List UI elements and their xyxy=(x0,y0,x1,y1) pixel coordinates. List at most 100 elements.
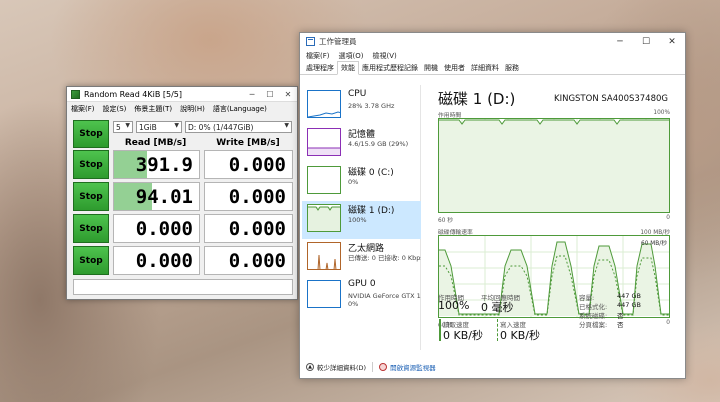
count-select[interactable]: 5 ▼ xyxy=(113,121,133,133)
disk1-label: 磁碟 1 (D:) xyxy=(348,206,395,216)
ethernet-usage: 已傳送: 0 已接收: 0 Kbps xyxy=(348,254,421,262)
ethernet-label: 乙太網路 xyxy=(348,244,385,254)
cdm-titlebar: Random Read 4KiB [5/5] ─ ☐ ✕ xyxy=(67,87,297,102)
menu-view[interactable]: 檢視(V) xyxy=(372,51,396,61)
disk0-thumbnail xyxy=(307,166,341,194)
detail-model: KINGSTON SA400S37480G xyxy=(554,94,668,104)
write-value: 0.000 xyxy=(228,217,286,240)
cpu-usage: 28% 3.78 GHz xyxy=(348,102,395,110)
cpu-mini-graph xyxy=(308,111,340,117)
fewer-details-link[interactable]: 較少詳細資料(D) xyxy=(317,362,366,372)
tab-app-history[interactable]: 應用程式歷程記錄 xyxy=(359,62,421,74)
cdm-menubar: 檔案(F) 設定(S) 佈景主題(T) 說明(H) 語言(Language) xyxy=(67,102,297,115)
close-icon[interactable]: ✕ xyxy=(279,90,297,99)
read-value: 94.01 xyxy=(135,185,193,208)
drive-select[interactable]: D: 0% (1/447GiB) ▼ xyxy=(185,121,292,133)
active-time-graph-right: 0 xyxy=(666,215,670,221)
task-manager-window: 工作管理員 ─ ☐ ✕ 檔案(F) 選項(O) 檢視(V) 處理程序 效能 應用… xyxy=(299,32,686,379)
memory-mini-graph xyxy=(308,147,340,155)
resource-monitor-icon xyxy=(379,363,388,371)
cpu-thumbnail xyxy=(307,90,341,118)
read-value: 391.9 xyxy=(135,153,193,176)
page-file-label: 分頁檔案: xyxy=(579,321,608,329)
transfer-graph-marker: 60 MB/秒 xyxy=(641,241,667,247)
active-time-graph-max: 100% xyxy=(653,110,670,116)
minimize-icon[interactable]: ─ xyxy=(243,90,261,99)
minimize-icon[interactable]: ─ xyxy=(607,37,633,47)
menu-help[interactable]: 說明(H) xyxy=(180,104,205,114)
size-select[interactable]: 1GiB ▼ xyxy=(136,121,182,133)
ethernet-mini-graph xyxy=(317,254,337,269)
cdm-app-icon xyxy=(71,89,80,99)
write-column-header: Write [MB/s] xyxy=(216,138,280,148)
tab-users[interactable]: 使用者 xyxy=(441,62,468,74)
sidebar-item-gpu[interactable]: GPU 0 NVIDIA GeForce GTX 1 0% xyxy=(302,277,421,315)
gpu-thumbnail xyxy=(307,280,341,308)
cdm-status-bar xyxy=(73,279,293,295)
stop-all-button[interactable]: Stop xyxy=(73,120,109,148)
footer-divider xyxy=(372,362,374,372)
task-manager-icon xyxy=(306,37,315,46)
stop-button-row-4[interactable]: Stop xyxy=(73,246,109,275)
write-value: 0.000 xyxy=(228,153,286,176)
close-icon[interactable]: ✕ xyxy=(659,37,685,47)
read-result-row-1: 391.9 xyxy=(113,150,200,179)
maximize-icon[interactable]: ☐ xyxy=(261,90,279,99)
menu-options[interactable]: 選項(O) xyxy=(339,51,364,61)
menu-file[interactable]: 檔案(F) xyxy=(71,104,95,114)
read-result-row-3: 0.000 xyxy=(113,214,200,243)
tab-processes[interactable]: 處理程序 xyxy=(303,62,337,74)
read-speed-value: 0 KB/秒 xyxy=(443,329,483,342)
gpu-label: GPU 0 xyxy=(348,279,376,289)
open-resource-monitor-link[interactable]: 開啟資源監視器 xyxy=(390,362,436,372)
chevron-up-icon[interactable]: ▲ xyxy=(306,363,314,371)
write-value: 0.000 xyxy=(228,249,286,272)
chevron-down-icon: ▼ xyxy=(125,122,130,129)
menu-theme[interactable]: 佈景主題(T) xyxy=(134,104,172,114)
crystaldiskmark-window: Random Read 4KiB [5/5] ─ ☐ ✕ 檔案(F) 設定(S)… xyxy=(66,86,298,300)
disk1-mini-graph xyxy=(308,206,340,231)
disk0-label: 磁碟 0 (C:) xyxy=(348,168,394,178)
stop-button-row-2[interactable]: Stop xyxy=(73,182,109,211)
tab-performance[interactable]: 效能 xyxy=(337,61,359,75)
active-time-plot xyxy=(439,119,669,212)
tm-tabbar: 處理程序 效能 應用程式歷程記錄 開機 使用者 詳細資料 服務 xyxy=(300,61,685,75)
chevron-down-icon: ▼ xyxy=(284,122,289,129)
read-value: 0.000 xyxy=(135,249,193,272)
tab-services[interactable]: 服務 xyxy=(502,62,522,74)
sidebar-item-cpu[interactable]: CPU 28% 3.78 GHz xyxy=(302,87,421,125)
memory-label: 記憶體 xyxy=(348,130,376,140)
maximize-icon[interactable]: ☐ xyxy=(633,37,659,47)
cdm-window-title: Random Read 4KiB [5/5] xyxy=(84,89,183,99)
menu-file[interactable]: 檔案(F) xyxy=(306,51,330,61)
page-file-value: 否 xyxy=(617,321,624,329)
detail-title: 磁碟 1 (D:) xyxy=(438,90,516,108)
sidebar-item-disk0[interactable]: 磁碟 0 (C:) 0% xyxy=(302,163,421,201)
disk1-usage: 100% xyxy=(348,216,367,224)
read-result-row-4: 0.000 xyxy=(113,246,200,275)
tab-details[interactable]: 詳細資料 xyxy=(468,62,502,74)
ethernet-thumbnail xyxy=(307,242,341,270)
stop-button-row-3[interactable]: Stop xyxy=(73,214,109,243)
menu-settings[interactable]: 設定(S) xyxy=(103,104,127,114)
stop-button-row-1[interactable]: Stop xyxy=(73,150,109,179)
read-result-row-2: 94.01 xyxy=(113,182,200,211)
write-speed-marker xyxy=(497,319,498,341)
sidebar-item-ethernet[interactable]: 乙太網路 已傳送: 0 已接收: 0 Kbps xyxy=(302,239,421,277)
chevron-down-icon: ▼ xyxy=(174,122,179,129)
performance-sidebar: CPU 28% 3.78 GHz 記憶體 4.6/15.9 GB (29%) 磁… xyxy=(302,85,421,350)
active-time-graph-left: 60 秒 xyxy=(438,218,454,224)
write-result-row-4: 0.000 xyxy=(204,246,293,275)
tab-startup[interactable]: 開機 xyxy=(421,62,441,74)
sidebar-item-memory[interactable]: 記憶體 4.6/15.9 GB (29%) xyxy=(302,125,421,163)
disk1-thumbnail xyxy=(307,204,341,232)
sidebar-item-disk1[interactable]: 磁碟 1 (D:) 100% xyxy=(302,201,421,239)
write-result-row-2: 0.000 xyxy=(204,182,293,211)
menu-language[interactable]: 語言(Language) xyxy=(213,104,267,114)
read-column-header: Read [MB/s] xyxy=(124,138,187,148)
active-time-graph xyxy=(438,118,670,213)
tm-footer: ▲ 較少詳細資料(D) 開啟資源監視器 xyxy=(306,362,436,372)
cpu-label: CPU xyxy=(348,89,367,99)
write-result-row-3: 0.000 xyxy=(204,214,293,243)
formatted-value: 447 GB xyxy=(617,301,641,309)
